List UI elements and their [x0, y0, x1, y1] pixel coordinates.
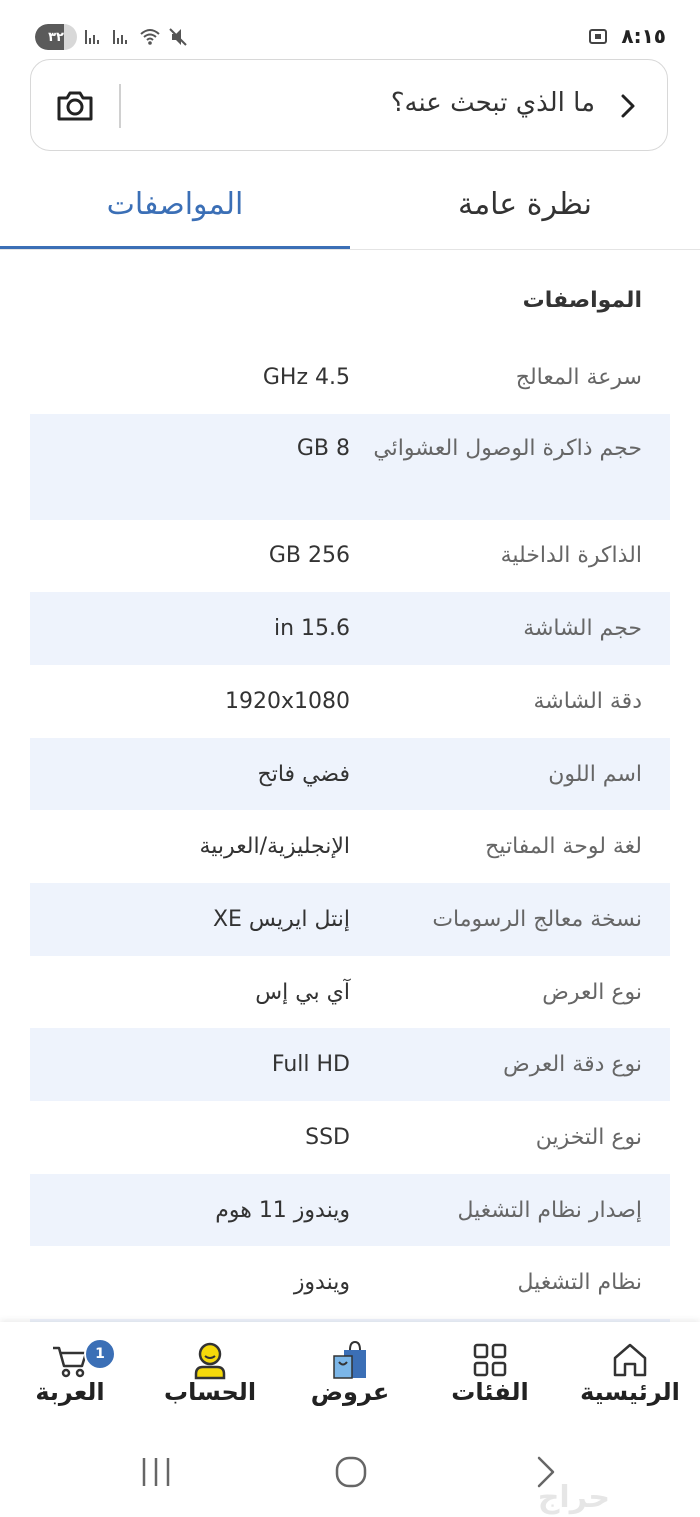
battery-level: ٣٢	[48, 29, 64, 45]
spec-label: حجم الشاشة	[523, 616, 642, 641]
cart-icon	[53, 1346, 88, 1378]
tabs-divider	[0, 249, 700, 250]
nav-categories[interactable]: الفئات	[420, 1322, 560, 1422]
spec-label: نظام التشغيل	[517, 1270, 642, 1295]
spec-label: لغة لوحة المفاتيح	[485, 834, 642, 859]
spec-value: إنتل ايريس XE	[212, 907, 350, 932]
screenshot-icon	[589, 29, 608, 44]
spec-value: آي بي إس	[255, 980, 350, 1005]
spec-label: دقة الشاشة	[533, 689, 642, 714]
specs-heading: المواصفات	[522, 288, 642, 313]
bottom-nav: 1 العربة الحساب عروض الفئات الرئيسية	[0, 1322, 700, 1422]
spec-value: ويندوز 11 هوم	[215, 1198, 350, 1223]
spec-value: 256 GB	[268, 543, 350, 568]
signal-icon	[85, 30, 99, 44]
search-input[interactable]: ما الذي تبحث عنه؟	[391, 88, 595, 118]
spec-row: سرعة المعالج 4.5 GHz	[30, 342, 670, 414]
spec-row: نظام التشغيل ويندوز	[30, 1246, 670, 1319]
spec-value: 15.6 in	[273, 616, 350, 641]
grid-icon	[473, 1343, 507, 1377]
chevron-right-icon[interactable]	[617, 92, 639, 120]
spec-row: نوع دقة العرض Full HD	[30, 1028, 670, 1101]
spec-value: الإنجليزية/العربية	[199, 834, 351, 859]
nav-offers-label: عروض	[310, 1378, 390, 1406]
camera-icon[interactable]	[55, 86, 95, 126]
spec-label: نوع دقة العرض	[503, 1052, 642, 1077]
status-bar: ٣٢ ٨:١٥	[0, 0, 700, 60]
spec-label: حجم ذاكرة الوصول العشوائي	[373, 436, 642, 461]
spec-label: الذاكرة الداخلية	[500, 543, 642, 568]
spec-row: نوع التخزين SSD	[30, 1101, 670, 1174]
clock: ٨:١٥	[621, 24, 666, 48]
spec-row: دقة الشاشة 1920x1080	[30, 665, 670, 738]
home-icon	[613, 1343, 647, 1377]
wifi-icon	[140, 29, 160, 45]
spec-value: 4.5 GHz	[262, 365, 350, 390]
spec-value: 8 GB	[296, 436, 350, 461]
spec-value: SSD	[305, 1125, 350, 1150]
nav-account[interactable]: الحساب	[140, 1322, 280, 1422]
nav-account-label: الحساب	[163, 1378, 257, 1406]
nav-categories-label: الفئات	[451, 1378, 529, 1406]
tab-overview[interactable]: نظرة عامة	[350, 160, 700, 248]
spec-row: الذاكرة الداخلية 256 GB	[30, 520, 670, 592]
spec-row: نسخة معالج الرسومات إنتل ايريس XE	[30, 883, 670, 956]
nav-home-label: الرئيسية	[580, 1378, 680, 1406]
spec-label: نسخة معالج الرسومات	[432, 907, 642, 932]
spec-row: حجم الشاشة 15.6 in	[30, 592, 670, 665]
battery-indicator: ٣٢	[35, 24, 77, 50]
recent-apps-icon[interactable]	[136, 1452, 176, 1492]
tab-bar: المواصفات نظرة عامة	[0, 160, 700, 250]
spec-row: نوع العرض آي بي إس	[30, 956, 670, 1028]
spec-row: حجم ذاكرة الوصول العشوائي 8 GB	[30, 414, 670, 520]
spec-value: Full HD	[271, 1052, 350, 1077]
system-nav-bar: حراج	[0, 1422, 700, 1517]
spec-row: لغة لوحة المفاتيح الإنجليزية/العربية	[30, 810, 670, 883]
spec-label: سرعة المعالج	[515, 365, 642, 390]
shopping-bag-icon	[333, 1340, 366, 1379]
spec-label: نوع العرض	[542, 980, 642, 1005]
status-left: ٣٢	[35, 24, 189, 50]
search-bar[interactable]: ما الذي تبحث عنه؟	[30, 59, 668, 151]
watermark: حراج	[537, 1480, 610, 1515]
spec-value: فضي فاتح	[257, 762, 350, 787]
home-button-icon[interactable]	[331, 1452, 371, 1492]
nav-cart[interactable]: 1 العربة	[0, 1322, 140, 1422]
spec-value: ويندوز	[293, 1270, 350, 1295]
tab-specifications[interactable]: المواصفات	[0, 160, 350, 248]
spec-row: إصدار نظام التشغيل ويندوز 11 هوم	[30, 1174, 670, 1246]
signal-icon-2	[113, 30, 127, 44]
spec-label: إصدار نظام التشغيل	[457, 1198, 642, 1223]
search-divider	[119, 84, 121, 128]
status-right: ٨:١٥	[587, 24, 666, 48]
spec-label: اسم اللون	[548, 762, 642, 787]
cart-badge: 1	[84, 1338, 116, 1370]
nav-offers[interactable]: عروض	[280, 1322, 420, 1422]
user-icon	[194, 1342, 226, 1380]
spec-value: 1920x1080	[225, 689, 350, 714]
mute-icon	[169, 28, 187, 46]
spec-label: نوع التخزين	[535, 1125, 642, 1150]
nav-home[interactable]: الرئيسية	[560, 1322, 700, 1422]
nav-cart-label: العربة	[35, 1378, 105, 1406]
spec-row: اسم اللون فضي فاتح	[30, 738, 670, 810]
